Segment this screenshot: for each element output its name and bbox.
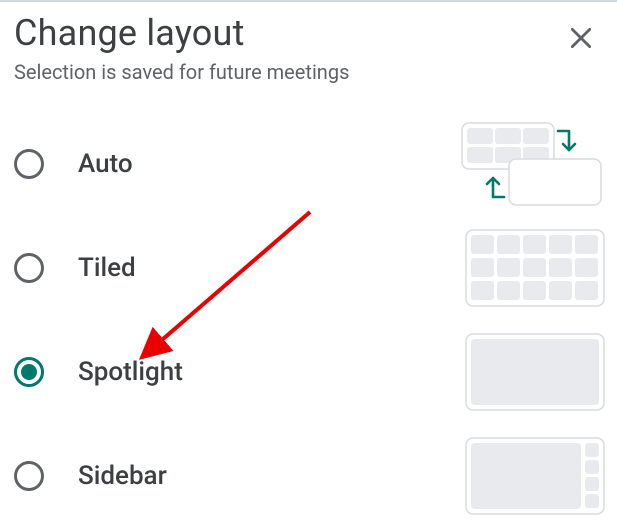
option-label: Sidebar	[78, 461, 167, 491]
swap-arrow-up-icon	[487, 178, 504, 197]
radio-auto[interactable]	[14, 149, 44, 179]
swap-arrow-down-icon	[558, 131, 575, 150]
close-icon	[568, 25, 594, 51]
preview-auto	[461, 122, 605, 206]
radio-sidebar[interactable]	[14, 461, 44, 491]
preview-spotlight	[465, 333, 605, 411]
preview-tiled	[465, 229, 605, 307]
option-sidebar[interactable]: Sidebar	[14, 424, 609, 528]
option-tiled[interactable]: Tiled	[14, 216, 609, 320]
option-spotlight[interactable]: Spotlight	[14, 320, 609, 424]
radio-tiled[interactable]	[14, 253, 44, 283]
layout-options: Auto	[14, 112, 609, 528]
option-auto[interactable]: Auto	[14, 112, 609, 216]
close-button[interactable]	[559, 16, 603, 60]
option-label: Tiled	[78, 253, 136, 283]
dialog-title: Change layout	[14, 12, 349, 54]
radio-spotlight[interactable]	[14, 357, 44, 387]
option-label: Spotlight	[78, 357, 183, 387]
dialog-subtitle: Selection is saved for future meetings	[14, 60, 349, 84]
preview-sidebar	[465, 437, 605, 515]
option-label: Auto	[78, 149, 133, 179]
